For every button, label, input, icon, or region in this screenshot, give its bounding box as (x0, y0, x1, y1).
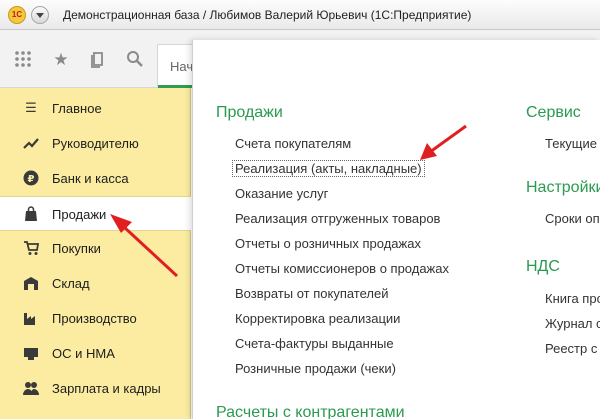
sidebar-item-main[interactable]: ☰ Главное (0, 91, 191, 126)
factory-icon (23, 310, 39, 326)
sidebar-item-label: Покупки (52, 241, 101, 256)
sidebar-item-label: Склад (52, 276, 90, 291)
link-commission-agent-reports[interactable]: Отчеты комиссионеров о продажах (235, 261, 449, 276)
sidebar-item-label: Зарплата и кадры (52, 381, 161, 396)
sidebar-item-label: Руководителю (52, 136, 139, 151)
link-payment-terms[interactable]: Сроки оп (545, 211, 600, 226)
search-icon[interactable] (125, 50, 145, 70)
link-vat-book[interactable]: Книга про (545, 291, 600, 306)
window-title: Демонстрационная база / Любимов Валерий … (63, 8, 472, 22)
main-menu-button[interactable] (31, 6, 49, 24)
section-heading-settings: Настройки (526, 179, 600, 196)
link-retail-sales-reports[interactable]: Отчеты о розничных продажах (235, 236, 421, 251)
cart-icon (23, 240, 40, 256)
favorites-star-icon[interactable]: ★ (51, 50, 71, 70)
sidebar-item-production[interactable]: Производство (0, 301, 191, 336)
sidebar: ☰ Главное Руководителю ₽ Банк и касса Пр… (0, 88, 191, 419)
link-services-rendering[interactable]: Оказание услуг (235, 186, 328, 201)
sidebar-item-label: Банк и касса (52, 171, 129, 186)
link-shipped-goods-sales[interactable]: Реализация отгруженных товаров (235, 211, 440, 226)
shopping-bag-icon (23, 206, 39, 222)
section-heading-vat: НДС (526, 258, 560, 275)
trend-icon (23, 135, 39, 151)
link-vat-register[interactable]: Реестр с (545, 341, 597, 356)
link-vat-journal[interactable]: Журнал с (545, 316, 600, 331)
history-icon[interactable] (88, 50, 108, 70)
warehouse-icon (23, 275, 39, 291)
sidebar-item-assets[interactable]: ОС и НМА (0, 336, 191, 371)
assets-icon (23, 345, 39, 361)
section-heading-service: Сервис (526, 104, 581, 121)
sidebar-item-salary[interactable]: Зарплата и кадры (0, 371, 191, 406)
sidebar-item-purchases[interactable]: Покупки (0, 231, 191, 266)
tab-start-label: Нач (170, 59, 194, 74)
svg-text:₽: ₽ (28, 174, 35, 185)
section-heading-settlements: Расчеты с контрагентами (216, 404, 405, 419)
link-issued-invoices[interactable]: Счета-фактуры выданные (235, 336, 394, 351)
sidebar-item-label: ОС и НМА (52, 346, 115, 361)
ruble-icon: ₽ (23, 170, 39, 186)
sidebar-item-bank[interactable]: ₽ Банк и касса (0, 161, 191, 196)
sales-section-panel: Продажи Счета покупателям Реализация (ак… (192, 40, 600, 419)
sidebar-item-label: Продажи (52, 207, 107, 222)
link-sales-adjustment[interactable]: Корректировка реализации (235, 311, 400, 326)
1c-logo-icon[interactable]: 1С (8, 6, 26, 24)
sidebar-item-label: Производство (52, 311, 137, 326)
sidebar-item-label: Главное (52, 101, 102, 116)
link-service-current[interactable]: Текущие (545, 136, 597, 151)
link-sales-acts-waybills[interactable]: Реализация (акты, накладные) (232, 160, 425, 177)
section-heading-sales: Продажи (216, 104, 283, 121)
sidebar-item-manager[interactable]: Руководителю (0, 126, 191, 161)
sidebar-item-warehouse[interactable]: Склад (0, 266, 191, 301)
title-bar: 1С Демонстрационная база / Любимов Валер… (0, 0, 600, 30)
grid-menu-icon[interactable] (13, 50, 33, 70)
menu-icon: ☰ (25, 100, 37, 115)
link-customer-returns[interactable]: Возвраты от покупателей (235, 286, 389, 301)
link-customer-invoices[interactable]: Счета покупателям (235, 136, 351, 151)
sidebar-item-sales[interactable]: Продажи (0, 196, 191, 231)
link-retail-sales-receipts[interactable]: Розничные продажи (чеки) (235, 361, 396, 376)
people-icon (23, 380, 39, 396)
